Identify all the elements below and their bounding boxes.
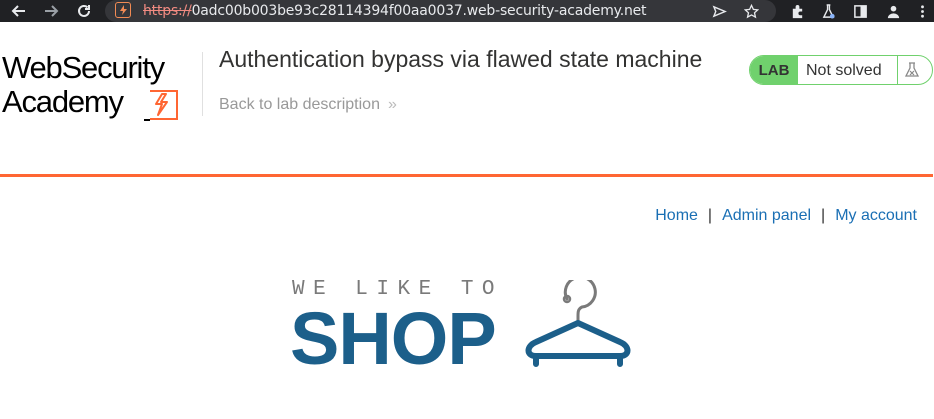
header-divider xyxy=(202,52,203,116)
back-arrow-icon[interactable] xyxy=(6,0,32,22)
url-scheme: https:// xyxy=(143,3,192,19)
web-security-academy-logo[interactable]: WebSecurity Academy xyxy=(2,52,202,127)
status-separator xyxy=(897,56,898,84)
lab-flask-icon[interactable] xyxy=(820,3,836,19)
logo-bolt-icon xyxy=(144,90,178,121)
nav-admin-panel-link[interactable]: Admin panel xyxy=(722,207,811,224)
double-chevron-icon: » xyxy=(387,96,397,113)
back-link-label: Back to lab description xyxy=(219,96,380,113)
shop-logo: WE LIKE TO SHOP xyxy=(290,278,650,378)
lab-badge: LAB xyxy=(750,56,798,84)
logo-text-line1: WebSecurity xyxy=(2,50,165,85)
url-text[interactable]: https://0adc00b003be93c28114394f00aa0037… xyxy=(143,3,647,19)
logo-text-line2: Academy xyxy=(2,84,124,119)
flask-icon xyxy=(904,62,920,77)
site-icon[interactable] xyxy=(115,2,131,18)
star-icon[interactable] xyxy=(743,3,759,19)
url-host: 0adc00b003be93c28114394f00aa0037.web-sec… xyxy=(191,3,647,19)
extensions-icon[interactable] xyxy=(789,3,805,19)
header-rule xyxy=(0,174,933,177)
nav-separator: | xyxy=(821,207,826,224)
forward-arrow-icon[interactable] xyxy=(38,0,64,22)
sidebar-icon[interactable] xyxy=(852,3,868,19)
nav-separator: | xyxy=(707,207,713,224)
lab-status-text: Not solved xyxy=(806,62,882,79)
profile-icon[interactable] xyxy=(885,3,901,19)
shop-nav: Home | Admin panel | My account xyxy=(655,207,917,225)
shop-wordmark: SHOP xyxy=(290,297,497,380)
browser-toolbar: https://0adc00b003be93c28114394f00aa0037… xyxy=(0,0,934,22)
nav-home-link[interactable]: Home xyxy=(655,207,698,224)
menu-icon[interactable] xyxy=(914,3,930,19)
lab-title: Authentication bypass via flawed state m… xyxy=(219,46,703,72)
reload-icon[interactable] xyxy=(71,0,97,22)
send-icon[interactable] xyxy=(711,3,727,19)
back-to-lab-description-link[interactable]: Back to lab description » xyxy=(219,96,397,114)
hanger-icon xyxy=(525,280,631,367)
address-bar[interactable]: https://0adc00b003be93c28114394f00aa0037… xyxy=(105,0,776,22)
lab-status-widget: LAB Not solved xyxy=(749,55,933,85)
nav-my-account-link[interactable]: My account xyxy=(835,207,917,224)
